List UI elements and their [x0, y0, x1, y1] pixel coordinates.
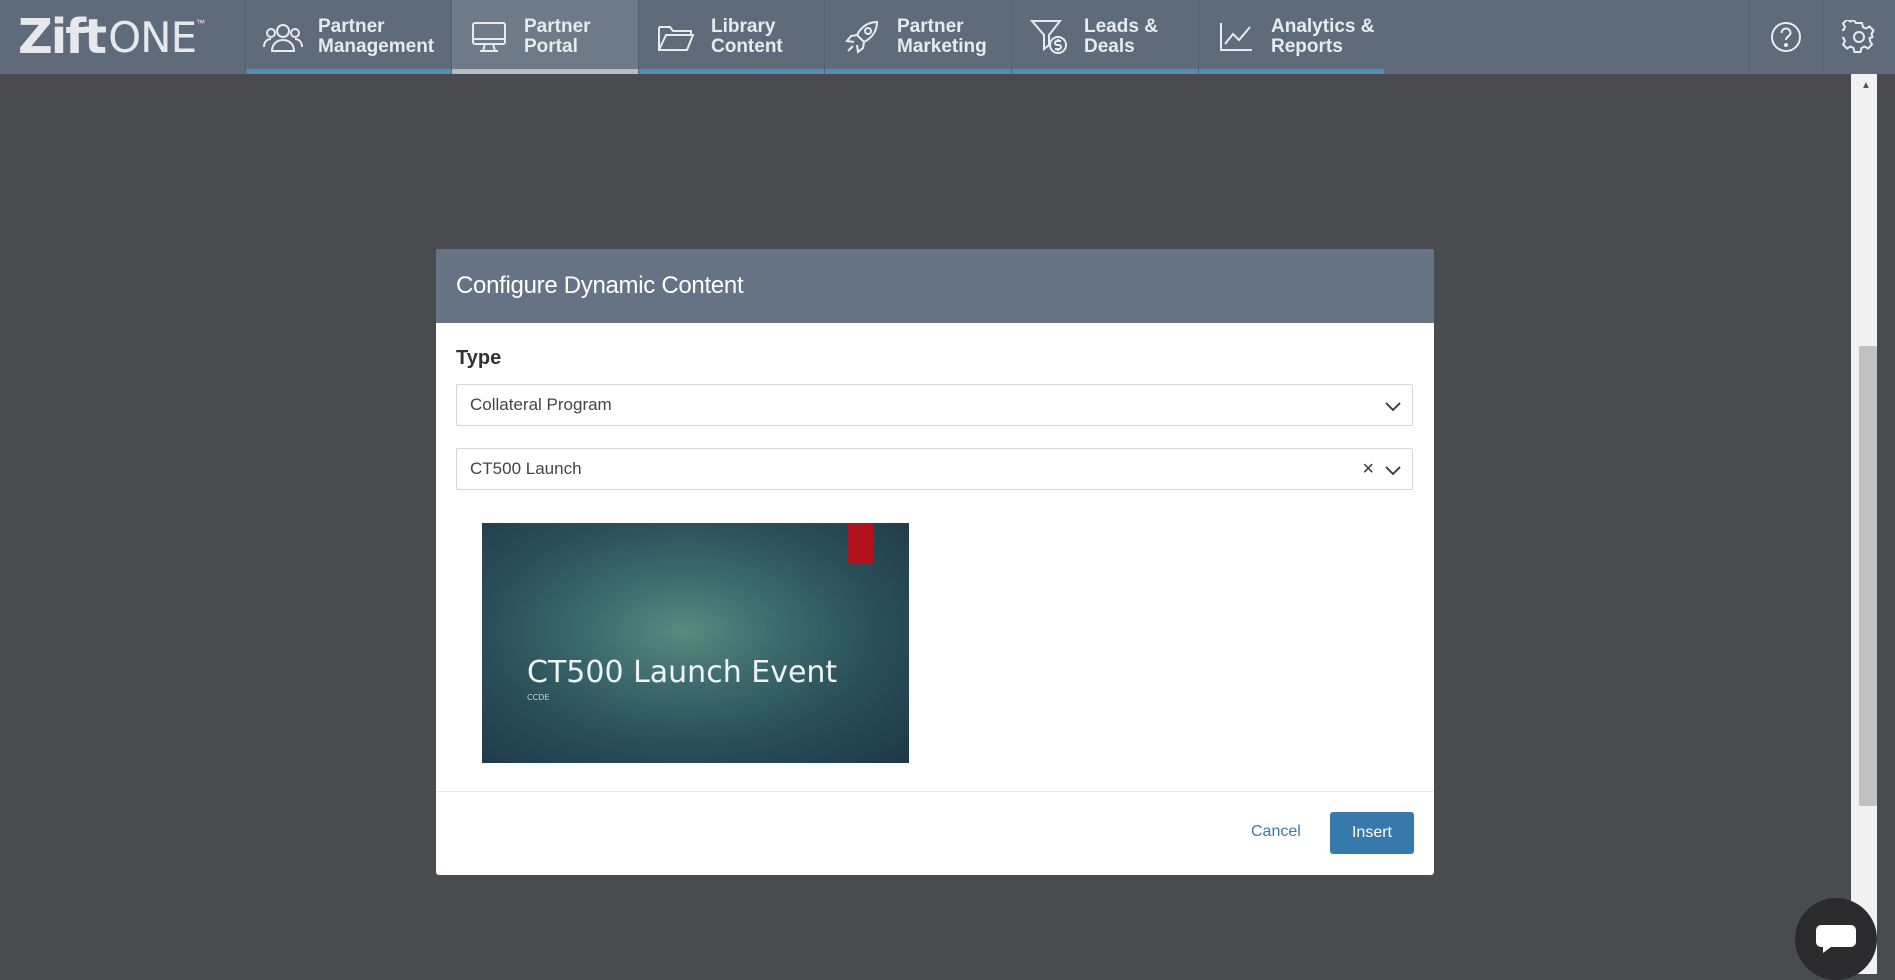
rocket-icon [841, 16, 883, 58]
chat-bubble-icon [1816, 925, 1856, 953]
logo-one: ONE [108, 12, 197, 62]
clear-icon[interactable]: × [1362, 458, 1374, 481]
page-scrollbar[interactable]: ▲ [1848, 74, 1895, 974]
logo-tm: ™ [196, 18, 206, 28]
type-select-value: Collateral Program [470, 395, 612, 414]
monitor-icon [468, 16, 510, 58]
dialog-footer: Cancel Insert [436, 791, 1434, 875]
users-icon [262, 16, 304, 58]
gear-icon[interactable] [1822, 0, 1895, 74]
line-chart-icon [1215, 16, 1257, 58]
dialog-title: Configure Dynamic Content [456, 272, 744, 299]
type-select[interactable]: Collateral Program [456, 384, 1413, 426]
top-nav: Zift ONE ™ Partner Management Partner Port… [0, 0, 1895, 74]
chevron-down-icon [1385, 466, 1401, 476]
scrollbar-thumb[interactable] [1859, 346, 1877, 806]
nav-analytics-reports[interactable]: Analytics & Reports [1198, 0, 1384, 74]
folder-icon [655, 16, 697, 58]
chevron-down-icon [1385, 402, 1401, 412]
nav-partner-management[interactable]: Partner Management [245, 0, 451, 74]
logo-zift: Zift [18, 9, 107, 65]
nav-label: Library Content [711, 16, 783, 57]
nav-label: Leads & Deals [1084, 16, 1158, 57]
chat-widget-button[interactable] [1795, 898, 1877, 980]
content-preview-thumbnail: CT500 Launch Event CCDE [482, 523, 909, 763]
insert-button[interactable]: Insert [1330, 812, 1414, 854]
ziftone-logo[interactable]: Zift ONE ™ [0, 0, 245, 74]
program-select[interactable]: CT500 Launch × [456, 448, 1413, 490]
configure-dynamic-content-dialog: Configure Dynamic Content Type Collatera… [436, 249, 1434, 875]
nav-partner-portal[interactable]: Partner Portal [451, 0, 638, 74]
program-select-value: CT500 Launch [470, 459, 582, 478]
scroll-up-arrow-icon[interactable]: ▲ [1861, 80, 1871, 91]
nav-label: Partner Management [318, 16, 435, 57]
dialog-header: Configure Dynamic Content [436, 249, 1434, 323]
type-label: Type [456, 347, 502, 369]
cancel-button[interactable]: Cancel [1251, 823, 1301, 841]
funnel-dollar-icon [1028, 16, 1070, 58]
thumbnail-ribbon [848, 523, 874, 563]
thumbnail-subtitle: CCDE [527, 693, 550, 702]
help-icon[interactable] [1749, 0, 1822, 74]
scrollbar-track: ▲ [1851, 74, 1877, 974]
nav-library-content[interactable]: Library Content [638, 0, 824, 74]
thumbnail-title: CT500 Launch Event [527, 655, 838, 690]
nav-partner-marketing[interactable]: Partner Marketing [824, 0, 1011, 74]
nav-utilities [1749, 0, 1895, 74]
nav-label: Partner Portal [524, 16, 591, 57]
nav-leads-deals[interactable]: Leads & Deals [1011, 0, 1198, 74]
nav-label: Partner Marketing [897, 16, 987, 57]
nav-label: Analytics & Reports [1271, 16, 1375, 57]
